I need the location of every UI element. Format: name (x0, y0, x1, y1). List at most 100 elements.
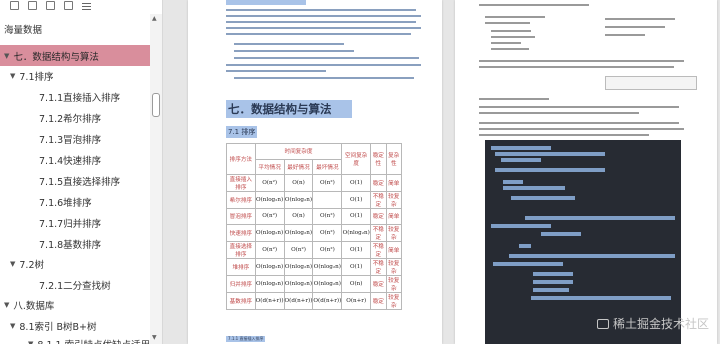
chevron-down-icon[interactable]: ▼ (28, 340, 33, 344)
collapse-icon[interactable] (28, 1, 37, 10)
table-header-cell: 最坏情况 (312, 158, 343, 175)
document-page-right: 稀土掘金技术社区 (455, 0, 717, 344)
table-cell: 较复杂 (385, 257, 403, 276)
sidebar-item[interactable]: ▼ 7.2树 (0, 253, 150, 274)
sidebar-item-label: 七．数据结构与算法 (13, 51, 99, 63)
text-line (226, 21, 416, 23)
text-line (479, 122, 679, 124)
text-line (234, 50, 354, 52)
sidebar-item-label: 7.2.1二分查找树 (39, 280, 111, 292)
sidebar-item-label: 7.1.3冒泡排序 (39, 134, 102, 146)
sidebar-item[interactable]: 7.1.1直接插入排序 (0, 86, 150, 107)
sidebar-item-label: 7.1.1直接插入排序 (39, 92, 121, 104)
sidebar-item[interactable]: 7.1.8基数排序 (0, 233, 150, 254)
table-cell: 不稳定 (370, 191, 387, 209)
sidebar-item[interactable]: ▼ 8.1.1 索引特点优缺点适用场合 (0, 333, 150, 344)
text-line (605, 34, 645, 36)
code-line (493, 262, 563, 266)
text-line (479, 112, 639, 114)
table-header-cell: 复杂性 (385, 143, 403, 175)
sidebar-item[interactable]: ▼ 八.数据库 (0, 294, 150, 315)
sidebar-item-label: 7.1.6堆排序 (39, 197, 92, 209)
scroll-down-icon[interactable]: ▼ (152, 334, 157, 341)
table-cell: O(d(n+r)) (254, 291, 285, 310)
watermark-text: 稀土掘金技术社区 (612, 317, 709, 331)
table-cell (312, 191, 343, 209)
table-header-cell: 稳定性 (370, 143, 387, 175)
sidebar-item[interactable]: ▼ 七．数据结构与算法 (0, 45, 150, 66)
table-cell: O(n) (283, 174, 314, 192)
code-line (495, 168, 605, 172)
chevron-down-icon[interactable]: ▼ (4, 52, 9, 60)
table-row: 堆排序 O(nlog₂n) O(nlog₂n) O(nlog₂n) O(1) 不稳定 较复杂 (226, 257, 403, 276)
sidebar-item[interactable]: 7.1.6堆排序 (0, 191, 150, 212)
table-cell: 直接选择排序 (226, 240, 256, 259)
table-cell: O(nlog₂n) (312, 274, 343, 293)
text-line (605, 18, 675, 20)
table-cell: 不稳定 (370, 240, 387, 259)
table-cell: O(nlog₂n) (312, 257, 343, 276)
chevron-down-icon[interactable]: ▼ (4, 301, 9, 309)
table-cell: 基数排序 (226, 291, 256, 310)
table-cell: O(nlog₂n) (283, 223, 314, 242)
sidebar-item[interactable]: 7.1.3冒泡排序 (0, 128, 150, 149)
sidebar-item[interactable]: 7.1.4快速排序 (0, 149, 150, 170)
table-cell: 堆排序 (226, 257, 256, 276)
table-cell: 归并排序 (226, 274, 256, 293)
sidebar-item[interactable]: 7.1.5直接选择排序 (0, 170, 150, 191)
text-line (234, 43, 344, 45)
table-cell: 稳定 (370, 274, 387, 293)
table-cell: O(n) (283, 208, 314, 225)
table-cell: O(1) (341, 240, 372, 259)
table-cell: O(n²) (312, 240, 343, 259)
sidebar-item[interactable]: ▼ 7.1排序 (0, 65, 150, 86)
table-header-cell: 平均情况 (254, 158, 285, 175)
table-group-header: 时间复杂度 (254, 143, 343, 160)
text-line (491, 30, 531, 32)
sidebar-scroll-thumb[interactable] (152, 93, 160, 117)
text-line (234, 57, 419, 59)
table-cell: O(nlog₂n) (341, 223, 372, 242)
text-line (234, 77, 414, 79)
text-line (226, 9, 416, 11)
table-cell: O(nlog₂n) (283, 274, 314, 293)
sidebar-item[interactable]: 海量数据 (0, 18, 150, 39)
code-line (541, 232, 581, 236)
juejin-logo-icon (596, 318, 609, 329)
table-header-cell: 空间复杂度 (341, 143, 372, 175)
table-cell: 冒泡排序 (226, 208, 256, 225)
sidebar-item[interactable]: 7.2.1二分查找树 (0, 274, 150, 295)
chevron-down-icon[interactable]: ▼ (10, 72, 15, 80)
outline-sidebar: 海量数据 ▼ 七．数据结构与算法 ▼ 7.1排序 7.1.1直接插入排序 7.1.2希尔排序… (0, 0, 163, 344)
bookmark-icon[interactable] (46, 1, 55, 10)
sidebar-item-label: 7.1排序 (19, 71, 54, 83)
table-cell: O(n) (341, 274, 372, 293)
text-line (491, 36, 535, 38)
sidebar-item[interactable]: 7.1.2希尔排序 (0, 107, 150, 128)
outline-icon[interactable] (64, 1, 73, 10)
chevron-down-icon[interactable]: ▼ (10, 260, 15, 268)
code-line (525, 216, 675, 220)
sidebar-item-label: 7.1.2希尔排序 (39, 113, 102, 125)
code-line (533, 288, 569, 292)
app-window: 海量数据 ▼ 七．数据结构与算法 ▼ 7.1排序 7.1.1直接插入排序 7.1.2希尔排序… (0, 0, 720, 344)
table-row: 直接插入排序 O(n²) O(n) O(n²) O(1) 稳定 简单 (226, 174, 403, 192)
code-line (503, 180, 523, 184)
table-cell: O(n²) (254, 208, 285, 225)
table-cell: O(1) (341, 208, 372, 225)
chevron-down-icon[interactable]: ▼ (10, 322, 15, 330)
sidebar-item[interactable]: 7.1.7归并排序 (0, 212, 150, 233)
code-line (533, 280, 573, 284)
scroll-up-icon[interactable]: ▲ (152, 15, 157, 22)
text-line (226, 70, 326, 72)
code-line (501, 158, 541, 162)
expand-icon[interactable] (10, 1, 19, 10)
sidebar-scrollbar[interactable] (150, 14, 162, 344)
code-line (533, 272, 573, 276)
sidebar-item-label: 8.1.1 索引特点优缺点适用场合 (37, 337, 150, 344)
section-heading: 七．数据结构与算法 (226, 100, 352, 118)
menu-icon[interactable] (82, 1, 91, 10)
table-cell: O(1) (341, 174, 372, 192)
text-line (226, 15, 421, 17)
code-line (495, 152, 605, 156)
